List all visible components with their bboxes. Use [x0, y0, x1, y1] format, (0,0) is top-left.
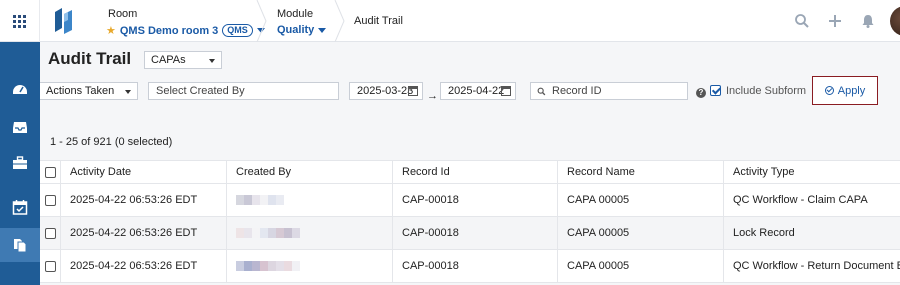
- module-name: Quality: [277, 24, 315, 36]
- sidebar-item-briefcase[interactable]: [0, 146, 40, 180]
- calendar-icon[interactable]: [408, 86, 418, 96]
- record-name-cell: CAPA 00005: [557, 217, 723, 249]
- star-icon: ★: [106, 25, 116, 37]
- redacted-name: [236, 261, 300, 271]
- activity-type-cell: Lock Record: [723, 217, 900, 249]
- page-title: Audit Trail: [48, 49, 132, 68]
- created-by-select[interactable]: Select Created By: [148, 82, 339, 100]
- module-selector[interactable]: Quality: [277, 24, 327, 36]
- activity-type-cell: QC Workflow - Claim CAPA: [723, 184, 900, 216]
- column-header-activity-date[interactable]: Activity Date: [60, 161, 226, 183]
- record-name-cell: CAPA 00005: [557, 250, 723, 282]
- sidebar-item-inbox[interactable]: [0, 110, 40, 144]
- plus-icon[interactable]: [827, 13, 843, 29]
- created-by-cell: [226, 217, 392, 249]
- created-by-placeholder: Select Created By: [156, 85, 245, 97]
- room-label: Room: [108, 8, 138, 20]
- row-select-cell: [40, 217, 60, 249]
- search-icon[interactable]: [794, 13, 810, 29]
- results-summary: 1 - 25 of 921 (0 selected): [50, 136, 173, 148]
- redacted-name: [236, 195, 284, 205]
- apply-button[interactable]: Apply: [812, 76, 878, 105]
- column-header-record-name[interactable]: Record Name: [557, 161, 723, 183]
- record-id-cell[interactable]: CAP-00018: [392, 217, 557, 249]
- include-subform-checkbox[interactable]: [710, 85, 721, 96]
- bell-icon[interactable]: [860, 13, 876, 29]
- current-page-breadcrumb: Audit Trail: [352, 0, 432, 42]
- user-avatar[interactable]: [890, 6, 900, 36]
- activity-date-cell: 2025-04-22 06:53:26 EDT: [60, 184, 226, 216]
- column-header-record-id[interactable]: Record Id: [392, 161, 557, 183]
- breadcrumb-separator: [256, 0, 267, 42]
- briefcase-icon: [13, 156, 27, 169]
- help-icon[interactable]: ?: [696, 88, 706, 98]
- chevron-down-icon: [209, 59, 215, 63]
- created-by-cell: [226, 250, 392, 282]
- select-all-checkbox[interactable]: [44, 166, 56, 178]
- date-to-value: 2025-04-22: [448, 85, 505, 97]
- row-checkbox[interactable]: [44, 194, 56, 206]
- row-select-cell: [40, 184, 60, 216]
- table-row[interactable]: 2025-04-22 06:53:26 EDT CAP-00018 CAPA 0…: [40, 217, 900, 250]
- row-select-cell: [40, 250, 60, 282]
- date-from-value: 2025-03-23: [357, 85, 414, 97]
- calendar-icon[interactable]: [501, 86, 511, 96]
- column-header-activity-type[interactable]: Activity Type: [723, 161, 900, 183]
- room-name: QMS Demo room 3: [119, 24, 219, 37]
- redacted-name: [236, 228, 300, 238]
- app-launcher-button[interactable]: [0, 0, 40, 42]
- room-breadcrumb[interactable]: Room ★ QMS Demo room 3 QMS: [96, 0, 265, 42]
- include-subform-label: Include Subform: [726, 85, 807, 97]
- sidebar: [0, 42, 40, 285]
- module-breadcrumb[interactable]: Module Quality: [270, 0, 340, 42]
- actions-taken-value: Actions Taken: [46, 85, 115, 97]
- dashboard-icon: [13, 85, 27, 94]
- chevron-down-icon: [125, 90, 131, 94]
- module-label: Module: [277, 8, 314, 20]
- chevron-down-icon: [318, 27, 327, 33]
- record-name-cell: CAPA 00005: [557, 184, 723, 216]
- object-select[interactable]: CAPAs: [144, 51, 222, 69]
- table-row[interactable]: 2025-04-22 06:53:26 EDT CAP-00018 CAPA 0…: [40, 250, 900, 283]
- inbox-icon: [13, 122, 27, 133]
- record-id-placeholder: Record ID: [552, 85, 602, 97]
- sidebar-item-dashboard[interactable]: [0, 72, 40, 106]
- grid-icon: [13, 14, 26, 28]
- row-checkbox[interactable]: [44, 227, 56, 239]
- actions-taken-select[interactable]: Actions Taken: [40, 82, 138, 100]
- table-header-row: Activity Date Created By Record Id Recor…: [40, 160, 900, 184]
- room-selector[interactable]: ★ QMS Demo room 3 QMS: [106, 24, 265, 37]
- date-to-field[interactable]: 2025-04-22: [440, 82, 516, 100]
- created-by-cell: [226, 184, 392, 216]
- column-header-created-by[interactable]: Created By: [226, 161, 392, 183]
- activity-type-cell: QC Workflow - Return Document Back: [723, 250, 900, 282]
- check-circle-icon: [824, 86, 834, 95]
- activity-date-cell: 2025-04-22 06:53:26 EDT: [60, 217, 226, 249]
- top-bar: Room ★ QMS Demo room 3 QMS Module Qualit…: [0, 0, 900, 42]
- room-badge: QMS: [222, 24, 253, 37]
- calendar-check-icon: [12, 200, 28, 215]
- record-id-cell[interactable]: CAP-00018: [392, 184, 557, 216]
- sidebar-item-calendar[interactable]: [0, 190, 40, 224]
- table-row[interactable]: 2025-04-22 06:53:26 EDT CAP-00018 CAPA 0…: [40, 184, 900, 217]
- row-checkbox[interactable]: [44, 260, 56, 272]
- breadcrumb-separator: [334, 0, 345, 42]
- current-page-label: Audit Trail: [354, 15, 403, 27]
- documents-icon: [14, 239, 27, 253]
- object-select-value: CAPAs: [151, 54, 186, 66]
- search-icon: [537, 87, 546, 95]
- date-from-field[interactable]: 2025-03-23: [349, 82, 423, 100]
- select-all-cell: [40, 161, 60, 183]
- record-id-field[interactable]: Record ID: [530, 82, 688, 100]
- app-logo: [55, 8, 72, 34]
- record-id-cell[interactable]: CAP-00018: [392, 250, 557, 282]
- activity-date-cell: 2025-04-22 06:53:26 EDT: [60, 250, 226, 282]
- date-range-arrow: →: [427, 90, 438, 102]
- sidebar-item-documents[interactable]: [0, 228, 40, 262]
- apply-label: Apply: [837, 84, 866, 97]
